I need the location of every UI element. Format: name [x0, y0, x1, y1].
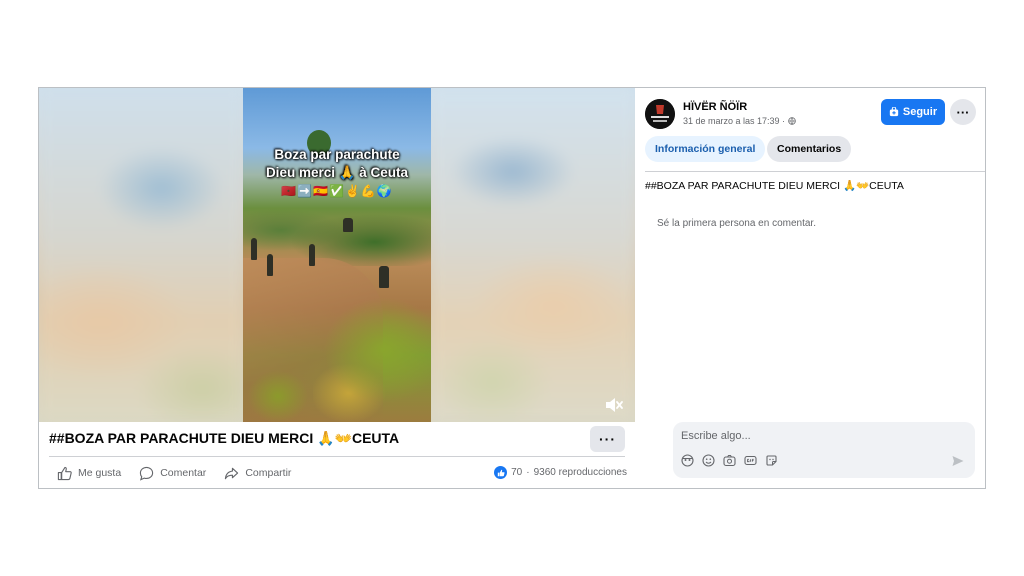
tab-info[interactable]: Información general	[645, 136, 766, 162]
video-caption: Boza par parachute Dieu merci 🙏 à Ceuta	[243, 146, 431, 182]
post-date: 31 de marzo a las 17:39 ·	[683, 116, 796, 126]
post-actions: Me gusta Comentar Compartir	[57, 464, 309, 482]
post-title: ##BOZA PAR PARACHUTE DIEU MERCI 🙏👐CEUTA	[49, 430, 400, 446]
video-player[interactable]: Boza par parachute Dieu merci 🙏 à Ceuta …	[39, 88, 635, 422]
gif-icon[interactable]	[744, 454, 757, 467]
post-viewer: Boza par parachute Dieu merci 🙏 à Ceuta …	[38, 87, 986, 489]
person-figure	[251, 238, 257, 260]
author-name[interactable]: HÏVËR ÑÖÏR	[683, 101, 747, 113]
sticker-icon[interactable]	[765, 454, 778, 467]
comment-label: Comentar	[160, 467, 207, 479]
person-figure	[379, 266, 389, 288]
avatar[interactable]	[645, 99, 675, 129]
video-caption-line1: Boza par parachute	[274, 147, 400, 162]
avatar-sticker-icon[interactable]	[681, 454, 694, 467]
camera-icon[interactable]	[723, 454, 736, 467]
video-blur-right	[431, 88, 635, 422]
empty-comments-message: Sé la primera persona en comentar.	[657, 218, 816, 229]
person-figure	[343, 218, 353, 232]
video-blur-left	[39, 88, 243, 422]
share-label: Compartir	[245, 467, 292, 479]
share-button[interactable]: Compartir	[224, 464, 291, 482]
follow-plus-icon	[889, 107, 899, 117]
sidebar-more-button[interactable]: ···	[950, 99, 976, 125]
emoji-icon[interactable]	[702, 454, 715, 467]
share-arrow-icon	[225, 467, 239, 479]
post-more-button[interactable]: ···	[590, 426, 625, 452]
video-caption-emojis: 🇲🇦➡️🇪🇸✅✌️💪🌍	[281, 184, 393, 198]
comment-bubble-icon	[140, 466, 154, 481]
post-sidebar: HÏVËR ÑÖÏR 31 de marzo a las 17:39 · Seg…	[635, 88, 985, 488]
follow-label: Seguir	[902, 106, 938, 118]
video-frame[interactable]: Boza par parachute Dieu merci 🙏 à Ceuta …	[243, 88, 431, 422]
person-figure	[267, 254, 273, 276]
divider	[645, 171, 985, 172]
view-count: 9360 reproducciones	[533, 467, 627, 478]
thumbs-up-icon	[57, 466, 72, 480]
composer-tools	[681, 454, 778, 467]
speaker-muted-icon[interactable]	[604, 396, 624, 414]
reaction-count[interactable]: 70	[511, 467, 522, 478]
like-button[interactable]: Me gusta	[57, 464, 121, 482]
tab-comments[interactable]: Comentarios	[767, 136, 852, 162]
person-figure	[309, 244, 315, 266]
stats-separator: ·	[526, 467, 530, 478]
send-icon[interactable]	[951, 454, 965, 468]
follow-button[interactable]: Seguir	[881, 99, 945, 125]
comment-composer[interactable]: Escribe algo...	[673, 422, 975, 478]
post-stats: 70 · 9360 reproducciones	[494, 466, 627, 479]
like-label: Me gusta	[78, 467, 122, 479]
post-date-text[interactable]: 31 de marzo a las 17:39 ·	[683, 116, 785, 126]
divider	[49, 456, 625, 457]
like-reaction-icon[interactable]	[494, 466, 508, 479]
video-caption-line2: Dieu merci 🙏 à Ceuta	[265, 165, 409, 180]
grass-shape	[243, 358, 313, 422]
comment-button[interactable]: Comentar	[139, 464, 206, 482]
video-column: Boza par parachute Dieu merci 🙏 à Ceuta …	[39, 88, 635, 488]
grass-shape	[313, 278, 431, 422]
comment-input[interactable]: Escribe algo...	[681, 430, 751, 442]
post-description: ##BOZA PAR PARACHUTE DIEU MERCI 🙏👐CEUTA	[645, 180, 904, 192]
globe-icon	[788, 117, 796, 125]
